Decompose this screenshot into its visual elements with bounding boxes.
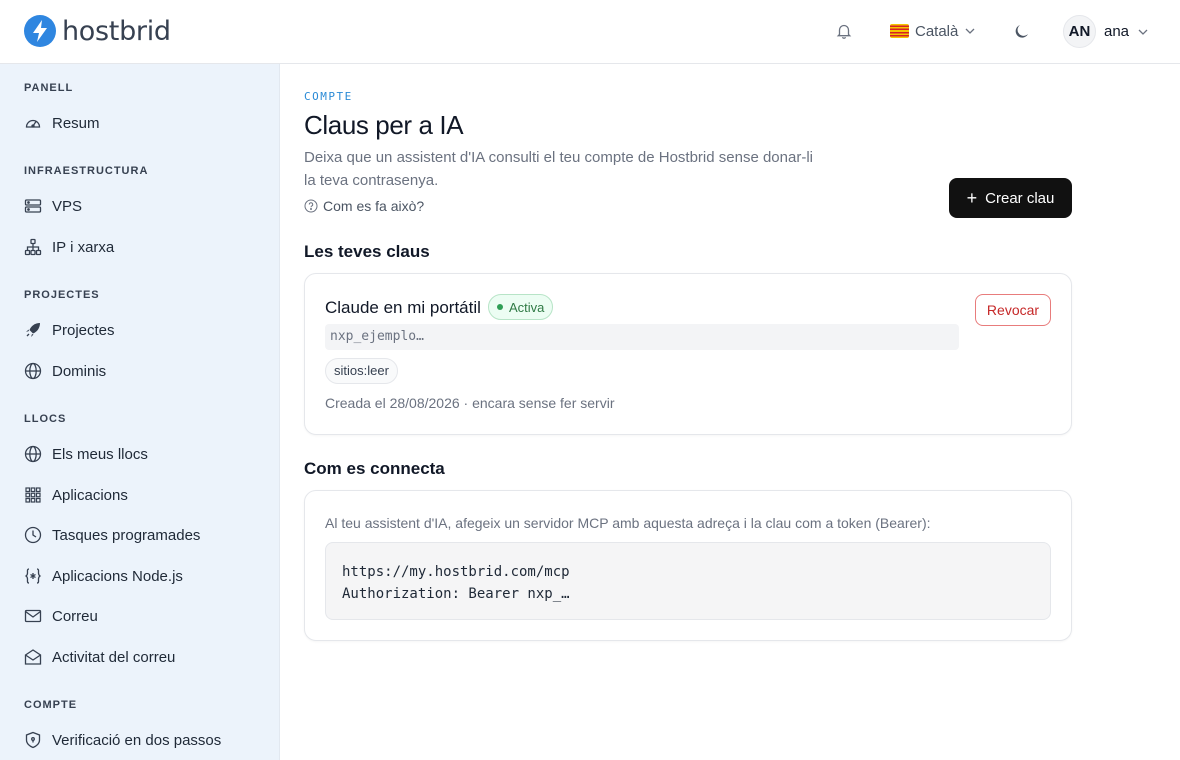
keys-heading: Les teves claus bbox=[304, 242, 430, 261]
sidebar-item-tasques-programades[interactable]: Tasques programades bbox=[24, 523, 200, 547]
key-meta: Creada el 28/08/2026 · encara sense fer … bbox=[325, 395, 615, 411]
connect-card: Al teu assistent d'IA, afegeix un servid… bbox=[304, 490, 1072, 641]
language-selector[interactable]: Català bbox=[890, 20, 976, 42]
help-link-label: Com es fa això? bbox=[323, 198, 425, 214]
sidebar-item-label: IP i xarxa bbox=[52, 238, 115, 256]
sidebar-item-aplicacions-nodejs[interactable]: Aplicacions Node.js bbox=[24, 564, 183, 588]
sidebar-item-activitat-correu[interactable]: Activitat del correu bbox=[24, 645, 175, 669]
connect-heading: Com es connecta bbox=[304, 459, 445, 478]
avatar: AN bbox=[1063, 15, 1096, 48]
sidebar-item-ip-xarxa[interactable]: IP i xarxa bbox=[24, 235, 114, 259]
create-key-label: Crear clau bbox=[985, 189, 1055, 207]
connect-instructions: Al teu assistent d'IA, afegeix un servid… bbox=[325, 515, 931, 531]
page-title: Claus per a IA bbox=[304, 110, 464, 140]
page-eyebrow: COMPTE bbox=[304, 90, 353, 103]
moon-icon[interactable] bbox=[1012, 21, 1032, 41]
sidebar-item-label: Activitat del correu bbox=[52, 648, 176, 666]
sidebar-item-label: Aplicacions bbox=[52, 486, 128, 504]
key-name: Claude en mi portátil bbox=[325, 298, 481, 317]
network-icon bbox=[24, 238, 42, 256]
bell-icon[interactable] bbox=[835, 22, 853, 40]
top-bar: hostbrid Català AN ana bbox=[0, 0, 1180, 64]
sidebar-item-projectes[interactable]: Projectes bbox=[24, 318, 115, 342]
user-menu[interactable]: AN ana bbox=[1063, 15, 1149, 48]
page-description: Deixa que un assistent d'IA consulti el … bbox=[304, 149, 813, 189]
section-title-panell: PANELL bbox=[24, 82, 74, 94]
sidebar-item-label: Correu bbox=[52, 607, 98, 625]
section-title-infraestructura: INFRAESTRUCTURA bbox=[24, 165, 149, 177]
rocket-icon bbox=[24, 321, 42, 339]
logo[interactable]: hostbrid bbox=[24, 15, 171, 47]
code-line-url: https://my.hostbrid.com/mcp bbox=[342, 564, 570, 580]
sidebar-item-verificacio-dos-passos[interactable]: Verificació en dos passos bbox=[24, 728, 221, 752]
chevron-down-icon bbox=[1138, 29, 1148, 35]
sidebar-item-vps[interactable]: VPS bbox=[24, 194, 82, 218]
catalan-flag-icon bbox=[890, 24, 909, 38]
sidebar-item-correu[interactable]: Correu bbox=[24, 604, 98, 628]
question-circle-icon bbox=[304, 199, 318, 213]
braces-icon bbox=[24, 567, 42, 585]
lightning-logo-icon bbox=[24, 15, 56, 47]
server-icon bbox=[24, 197, 42, 215]
clock-icon bbox=[24, 526, 42, 544]
sidebar-item-label: VPS bbox=[52, 197, 83, 215]
sidebar-item-resum[interactable]: Resum bbox=[24, 111, 100, 135]
status-dot-icon bbox=[497, 304, 503, 310]
section-title-compte: COMPTE bbox=[24, 699, 78, 711]
section-title-projectes: PROJECTES bbox=[24, 289, 100, 301]
sidebar-item-label: Aplicacions Node.js bbox=[52, 567, 183, 585]
brand-name: hostbrid bbox=[62, 15, 171, 47]
key-token: nxp_ejemplo… bbox=[325, 324, 959, 350]
language-label: Català bbox=[915, 22, 959, 40]
sidebar-item-label: Projectes bbox=[52, 321, 115, 339]
grid-icon bbox=[24, 486, 42, 504]
sidebar-item-label: Verificació en dos passos bbox=[52, 731, 222, 749]
sidebar-item-label: Resum bbox=[52, 114, 100, 132]
revoke-button[interactable]: Revocar bbox=[975, 294, 1051, 326]
sidebar-item-label: Dominis bbox=[52, 362, 107, 380]
sidebar-item-dominis[interactable]: Dominis bbox=[24, 359, 106, 383]
mail-icon bbox=[24, 607, 42, 625]
plus-icon: + bbox=[966, 188, 978, 208]
sidebar-item-label: Tasques programades bbox=[52, 526, 201, 544]
key-card: Claude en mi portátil Activa nxp_ejemplo… bbox=[304, 273, 1072, 435]
mail-open-icon bbox=[24, 648, 42, 666]
help-link[interactable]: Com es fa això? bbox=[304, 198, 424, 214]
create-key-button[interactable]: + Crear clau bbox=[949, 178, 1072, 218]
code-block[interactable]: https://my.hostbrid.com/mcp Authorizatio… bbox=[325, 542, 1051, 620]
sidebar-item-aplicacions[interactable]: Aplicacions bbox=[24, 483, 128, 507]
status-badge: Activa bbox=[488, 294, 554, 320]
globe-icon bbox=[24, 445, 42, 463]
chevron-down-icon bbox=[965, 28, 975, 34]
section-title-llocs: LLOCS bbox=[24, 413, 67, 425]
sidebar: PANELL Resum INFRAESTRUCTURA VPS IP i xa… bbox=[0, 64, 280, 760]
sidebar-item-label: Els meus llocs bbox=[52, 445, 148, 463]
status-badge-label: Activa bbox=[509, 299, 545, 315]
user-name: ana bbox=[1104, 23, 1130, 40]
scope-chip: sitios:leer bbox=[325, 358, 398, 384]
shield-icon bbox=[24, 731, 42, 749]
globe-icon bbox=[24, 362, 42, 380]
sidebar-item-els-meus-llocs[interactable]: Els meus llocs bbox=[24, 442, 148, 466]
code-line-auth: Authorization: Bearer nxp_… bbox=[342, 586, 570, 602]
dashboard-icon bbox=[24, 114, 42, 132]
